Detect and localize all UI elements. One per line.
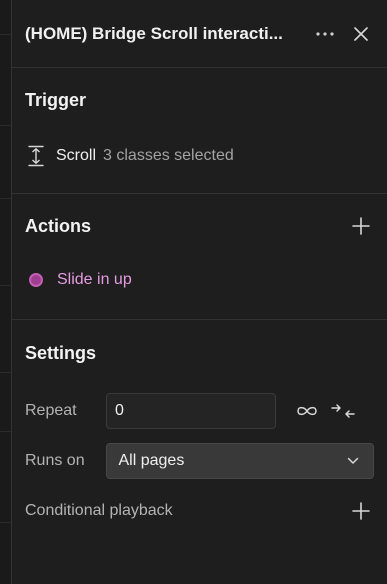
action-label: Slide in up (57, 271, 132, 288)
interaction-panel: (HOME) Bridge Scroll interacti... Trigge… (11, 0, 387, 584)
infinity-icon[interactable] (294, 398, 320, 424)
actions-section: Actions Slide in up (12, 194, 387, 320)
panel-header: (HOME) Bridge Scroll interacti... (12, 0, 387, 68)
conditional-playback-label: Conditional playback (25, 502, 173, 519)
add-action-plus-icon[interactable] (348, 213, 374, 239)
repeat-row: Repeat 0 (25, 386, 374, 436)
left-panel-edge (0, 0, 11, 584)
runs-on-label: Runs on (25, 452, 85, 469)
add-condition-plus-icon[interactable] (348, 498, 374, 524)
repeat-input[interactable]: 0 (106, 393, 276, 429)
trigger-heading: Trigger (25, 89, 87, 110)
trigger-item[interactable]: Scroll 3 classes selected (25, 143, 374, 169)
runs-on-value: All pages (118, 452, 185, 469)
conditional-playback-row: Conditional playback (25, 486, 374, 536)
close-icon[interactable] (350, 23, 372, 45)
scroll-vertical-icon (25, 144, 47, 168)
repeat-label: Repeat (25, 402, 77, 419)
trigger-section: Trigger Scroll 3 classes selected (12, 68, 387, 194)
runs-on-row: Runs on All pages (25, 436, 374, 486)
more-icon[interactable] (314, 23, 336, 45)
trigger-name: Scroll (56, 147, 97, 164)
action-color-dot (29, 273, 43, 287)
trigger-selection: 3 classes selected (103, 147, 234, 164)
action-item[interactable]: Slide in up (25, 267, 374, 293)
arrows-collapse-icon[interactable] (330, 398, 356, 424)
settings-heading: Settings (25, 342, 97, 363)
runs-on-select[interactable]: All pages (105, 443, 374, 479)
settings-section: Settings Repeat 0 Runs on All pages Cond… (12, 320, 387, 536)
actions-heading: Actions (25, 215, 92, 236)
interaction-title: (HOME) Bridge Scroll interacti... (25, 23, 283, 43)
chevron-down-icon (347, 452, 359, 470)
